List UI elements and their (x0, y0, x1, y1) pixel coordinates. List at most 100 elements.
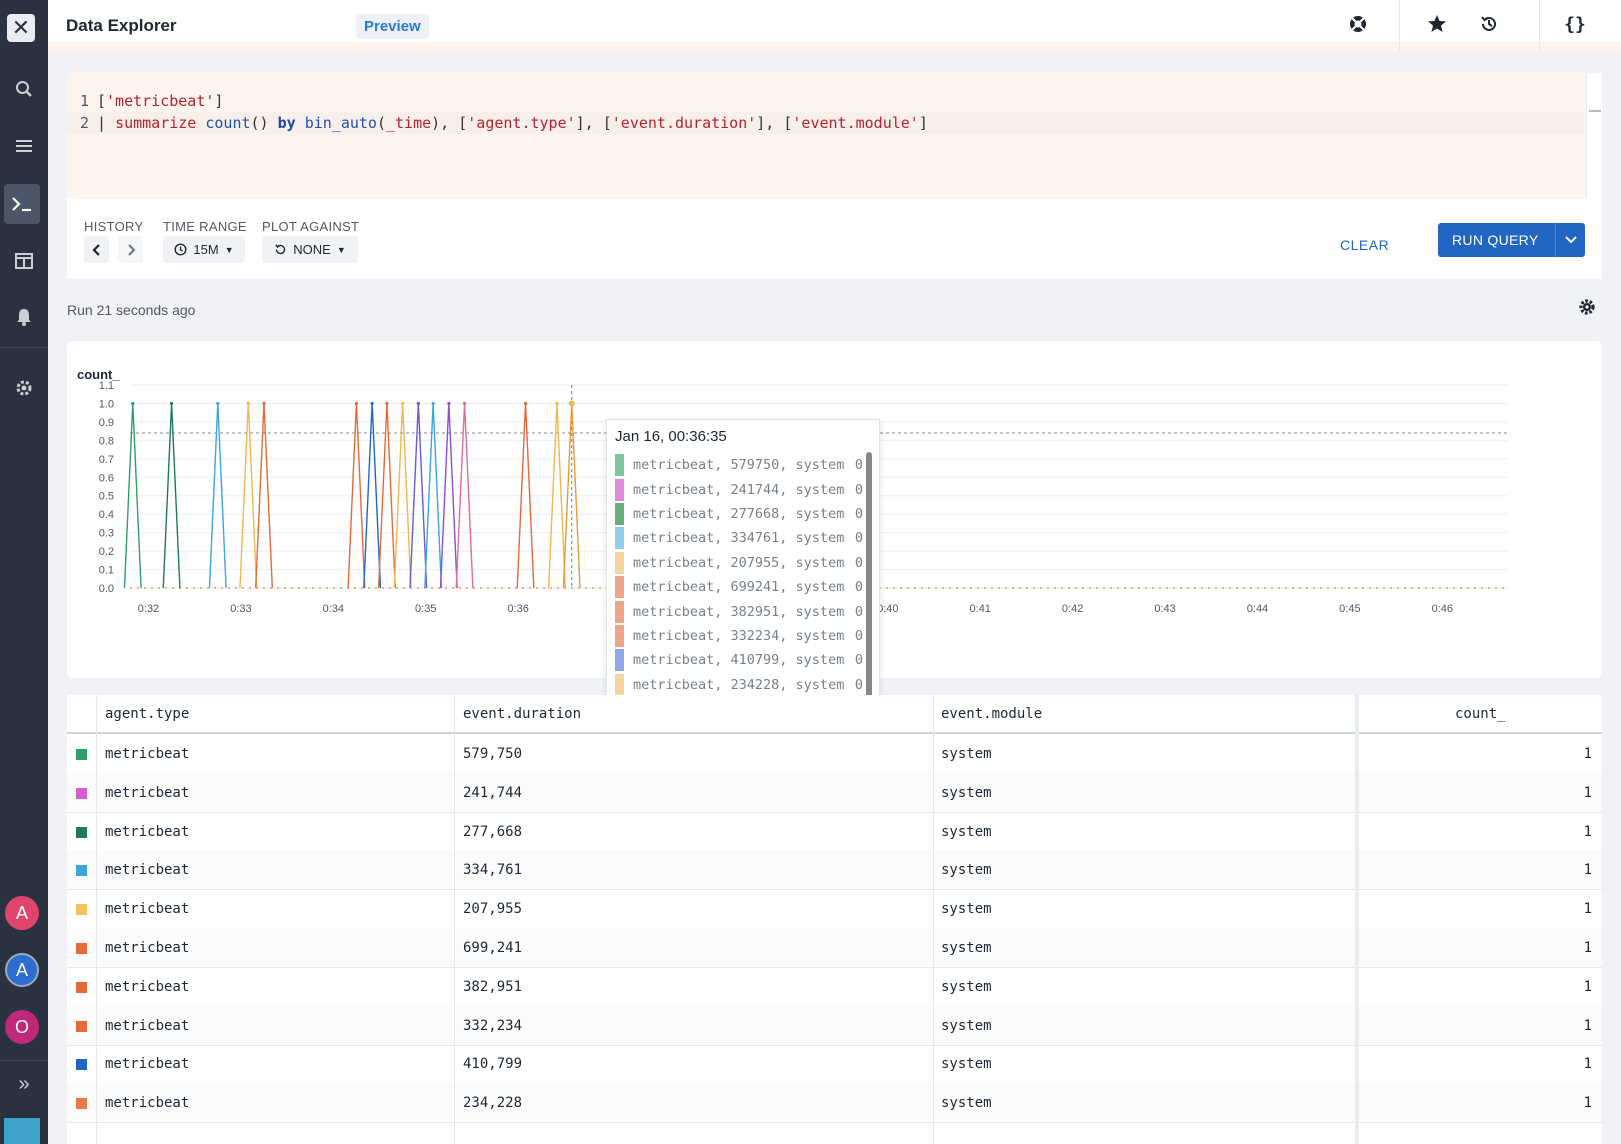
series-color-swatch (76, 787, 87, 799)
header-divider (1399, 0, 1400, 52)
col-divider (454, 695, 455, 1144)
cell-agent-type: metricbeat (105, 1095, 190, 1112)
tooltip-row: metricbeat, 579750, system 0 (615, 453, 865, 477)
user-pixel-avatar[interactable] (4, 1118, 40, 1144)
tooltip-row-value: 0 (854, 481, 863, 498)
clear-button[interactable]: CLEAR (1340, 231, 1389, 259)
bell-icon[interactable] (0, 297, 48, 337)
y-tick-label: 1.1 (99, 381, 114, 392)
tooltip-row: metricbeat, 699241, system 0 (615, 575, 865, 599)
code-pipe: | (97, 114, 107, 132)
history-icon[interactable] (1477, 14, 1501, 39)
avatar-a-pink[interactable]: A (5, 896, 39, 930)
cell-event-module: system (941, 901, 992, 918)
sidebar-divider (0, 347, 48, 348)
series-point (523, 401, 528, 406)
table-icon[interactable] (0, 241, 48, 281)
series-point (416, 401, 420, 406)
table-row[interactable]: metricbeat 234,228 system 1 (67, 1083, 1602, 1124)
x-tick-label: 0:43 (1154, 603, 1175, 615)
time-range-dropdown[interactable]: 15M ▼ (163, 236, 245, 263)
search-icon[interactable] (0, 69, 48, 109)
history-forward-button[interactable] (118, 236, 143, 263)
cell-count: 1 (1583, 746, 1592, 762)
series-color-swatch (76, 904, 87, 916)
table-row[interactable]: metricbeat 699,241 system 1 (67, 928, 1602, 968)
table-row[interactable]: metricbeat 334,761 system 1 (67, 850, 1602, 891)
editor-scrollbar[interactable] (1586, 73, 1602, 199)
cell-event-module: system (941, 746, 992, 762)
table-row[interactable]: metricbeat 382,951 system 1 (67, 967, 1602, 1007)
tooltip-row-label: metricbeat, 207955, system (633, 554, 845, 571)
cell-event-module: system (941, 1056, 992, 1073)
col-header-event-duration[interactable]: event.duration (463, 695, 581, 733)
help-lifebuoy-icon[interactable] (1346, 14, 1370, 39)
cell-event-duration: 241,744 (463, 784, 523, 801)
code-event-module: 'event.module' (792, 114, 919, 132)
braces-icon[interactable]: {} (1563, 14, 1587, 35)
time-range-value: 15M (193, 242, 219, 257)
tooltip-row-label: metricbeat, 382951, system (633, 603, 845, 620)
line-number: 1 (79, 92, 89, 110)
series-point (169, 401, 174, 406)
caret-down-icon: ▼ (336, 244, 346, 255)
table-row[interactable]: metricbeat 579,750 system 1 (67, 734, 1602, 774)
col-divider (1355, 695, 1359, 1144)
star-icon[interactable] (1425, 14, 1449, 39)
cell-agent-type: metricbeat (105, 784, 190, 801)
close-x-logo-icon[interactable]: ✕ (7, 14, 35, 42)
settings-gear-icon[interactable] (1578, 298, 1596, 321)
table-row[interactable]: metricbeat 241,744 system 1 (67, 772, 1602, 813)
table-row[interactable]: metricbeat 277,668 system 1 (67, 812, 1602, 852)
col-header-event-module[interactable]: event.module (941, 695, 1042, 733)
terminal-icon[interactable] (4, 184, 40, 224)
cell-agent-type: metricbeat (105, 978, 190, 995)
preview-badge[interactable]: Preview (356, 14, 429, 39)
tooltip-swatch (615, 576, 624, 599)
y-tick-label: 0.7 (99, 454, 114, 466)
col-header-agent-type[interactable]: agent.type (105, 695, 189, 733)
run-query-button[interactable]: RUN QUERY (1438, 223, 1585, 257)
tooltip-row-label: metricbeat, 234228, system (633, 676, 845, 693)
cell-count: 1 (1583, 862, 1592, 879)
query-editor[interactable]: 1 ['metricbeat'] 2 | summarize count() by … (67, 73, 1602, 199)
cell-event-duration: 579,750 (463, 746, 523, 762)
col-header-count[interactable]: count_ (1455, 695, 1506, 733)
cell-event-module: system (941, 862, 992, 879)
x-tick-label: 0:35 (415, 603, 436, 615)
table-row[interactable]: metricbeat 332,234 system 1 (67, 1005, 1602, 1046)
sidebar: ✕ A A O » (0, 0, 48, 1144)
cell-event-duration: 410,799 (463, 1056, 523, 1073)
expand-sidebar-icon[interactable]: » (0, 1064, 48, 1104)
code-line-1[interactable]: 1 ['metricbeat'] (67, 90, 223, 112)
avatar-o[interactable]: O (5, 1010, 39, 1044)
tooltip-swatch (615, 600, 624, 623)
history-back-button[interactable] (84, 236, 109, 263)
x-tick-label: 0:42 (1062, 603, 1083, 615)
cell-event-duration: 332,234 (463, 1017, 523, 1034)
plot-against-value: NONE (293, 242, 331, 257)
tooltip-row-value: 0 (854, 579, 863, 596)
series-color-swatch (76, 943, 87, 954)
gear-icon[interactable] (0, 368, 48, 408)
list-icon[interactable] (0, 126, 48, 166)
cell-event-duration: 234,228 (463, 1095, 523, 1112)
cell-event-module: system (941, 978, 992, 995)
cell-event-module: system (941, 784, 992, 801)
x-tick-label: 0:36 (507, 603, 528, 615)
tooltip-row-value: 0 (854, 627, 863, 644)
tooltip-swatch (615, 454, 624, 477)
tooltip-row-label: metricbeat, 579750, system (633, 457, 845, 474)
y-tick-label: 0.0 (99, 583, 114, 595)
table-row[interactable]: metricbeat 410,799 system 1 (67, 1044, 1602, 1085)
code-line-2[interactable]: 2 | summarize count() by bin_auto(_time),… (67, 112, 1585, 134)
cell-agent-type: metricbeat (105, 1056, 190, 1073)
series-point (370, 401, 374, 406)
table-row[interactable]: metricbeat 207,955 system 1 (67, 889, 1602, 930)
avatar-a-blue[interactable]: A (5, 953, 39, 987)
series-color-swatch (76, 865, 87, 877)
tooltip-row: metricbeat, 241744, system 0 (615, 477, 865, 501)
plot-against-dropdown[interactable]: NONE ▼ (262, 236, 358, 263)
chevron-down-icon[interactable] (1555, 223, 1585, 257)
x-tick-label: 0:33 (230, 603, 251, 615)
